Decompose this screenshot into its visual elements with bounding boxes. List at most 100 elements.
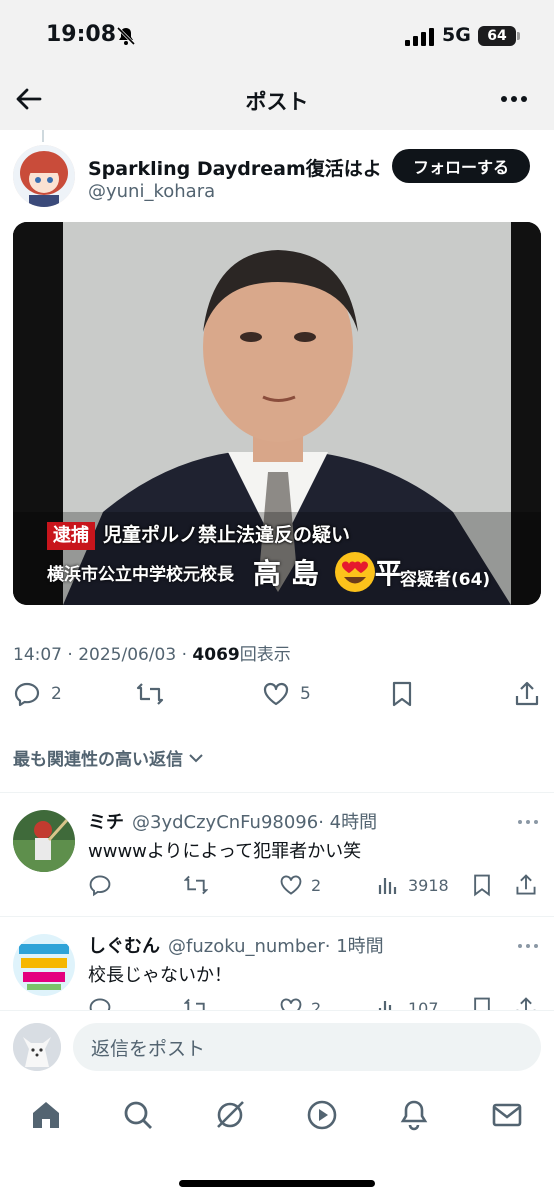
bookmark-action[interactable] [470,873,494,897]
reply-item[interactable]: しぐむん @fuzoku_number· 1時間 校長じゃないか！ 2 107 [0,924,554,1010]
nav-bar: ポスト [0,72,554,130]
author-name[interactable]: Sparkling Daydream復活はよ [88,154,382,181]
like-action[interactable]: 5 [262,680,311,708]
reply-avatar[interactable] [13,934,75,996]
views-action[interactable]: 3918 [376,873,449,897]
post-actions: 2 5 [0,680,554,720]
reply-author-handle[interactable]: @3ydCzyCnFu98096 [132,812,318,833]
page-title: ポスト [245,90,309,114]
share-icon [516,997,536,1010]
reply-icon [89,875,111,897]
post-views-label: 回表示 [239,645,291,665]
chevron-down-icon [189,753,203,762]
caption-name: 高 島平 [253,552,403,592]
caption-name-right: 平 [374,557,403,590]
reply-author-handle[interactable]: @fuzoku_number [168,936,325,957]
share-action[interactable] [513,680,541,708]
reply-avatar[interactable] [13,810,75,872]
like-action[interactable]: 2 [279,996,321,1010]
battery-icon: 64 [478,26,516,46]
retweet-action[interactable] [136,680,164,708]
reply-text: 校長じゃないか！ [88,965,232,986]
battery-tip [517,32,520,40]
grok-icon[interactable] [213,1098,247,1132]
post-time: 14:07 · 2025/06/03 · [13,645,193,665]
like-count: 2 [311,998,322,1011]
bookmark-icon [474,997,490,1010]
search-icon[interactable] [121,1098,155,1132]
reply-time: · 4時間 [318,812,378,833]
heart-eyes-emoji-icon [335,552,375,592]
caption-line2: 横浜市公立中学校元校長 [47,565,234,585]
more-icon[interactable] [516,940,540,952]
network-label: 5G [442,24,471,46]
views-count: 3918 [408,875,449,895]
views-action[interactable]: 107 [376,996,439,1010]
retweet-action[interactable] [184,873,208,897]
reply-action[interactable]: 2 [13,680,62,708]
retweet-icon [184,998,205,1010]
more-icon[interactable] [516,816,540,828]
status-bar: 19:08 5G 64 [0,0,554,72]
reply-input-placeholder: 返信をポスト [91,1037,206,1060]
caption-name-left: 高 島 [253,557,319,590]
author-avatar[interactable] [13,145,75,207]
bookmark-icon [392,681,412,707]
reply-author-name[interactable]: しぐむん [88,936,160,957]
post-meta: 14:07 · 2025/06/03 · 4069回表示 [13,640,291,665]
caption-badge: 逮捕 [47,522,95,550]
reply-header: ミチ @3ydCzyCnFu98096· 4時間 [88,808,377,834]
reply-icon [89,998,111,1010]
divider [0,916,554,917]
reply-icon [14,682,40,707]
like-count: 5 [300,684,311,704]
share-icon [515,681,539,706]
my-avatar[interactable] [13,1023,61,1071]
bookmark-icon [474,874,490,897]
reply-author-name[interactable]: ミチ [88,812,124,833]
retweet-icon [136,683,164,705]
bookmark-action[interactable] [470,996,494,1010]
sort-label: 最も関連性の高い返信 [13,750,183,770]
views-count: 107 [408,998,439,1011]
reply-action[interactable] [88,873,112,897]
signal-icon [405,28,434,46]
status-time: 19:08 [46,22,117,47]
reply-header: しぐむん @fuzoku_number· 1時間 [88,932,384,958]
home-icon[interactable] [29,1098,63,1132]
messages-icon[interactable] [490,1098,524,1132]
compose-bar: 返信をポスト [0,1010,554,1085]
caption-line1: 児童ポルノ禁止法違反の疑い [103,524,351,546]
follow-button[interactable]: フォローする [392,149,530,183]
like-icon [263,682,289,706]
views-icon [378,1001,397,1010]
like-icon [280,875,302,895]
like-count: 2 [311,875,322,895]
sort-selector[interactable]: 最も関連性の高い返信 [13,745,205,770]
battery-level: 64 [487,28,507,44]
retweet-icon [184,875,208,895]
views-icon [378,878,397,894]
retweet-action[interactable] [184,996,208,1010]
share-action[interactable] [514,996,538,1010]
reply-count: 2 [51,684,62,704]
like-icon [280,998,302,1010]
notifications-icon[interactable] [397,1098,431,1132]
bookmark-action[interactable] [388,680,416,708]
share-icon [516,874,536,895]
divider [0,792,554,793]
video-icon[interactable] [305,1098,339,1132]
home-indicator [179,1180,375,1187]
more-icon[interactable] [496,84,532,114]
reply-action[interactable] [88,996,112,1010]
post-views: 4069 [192,645,240,665]
share-action[interactable] [514,873,538,897]
bell-off-icon [116,26,136,46]
reply-time: · 1時間 [324,936,384,957]
author-handle[interactable]: @yuni_kohara [88,181,215,202]
reply-input[interactable]: 返信をポスト [73,1023,541,1071]
thread-line [42,130,44,142]
like-action[interactable]: 2 [279,873,321,897]
caption-suffix: 容疑者(64) [400,570,491,590]
reply-text: wwwwよりによって犯罪者かい笑 [88,841,362,862]
